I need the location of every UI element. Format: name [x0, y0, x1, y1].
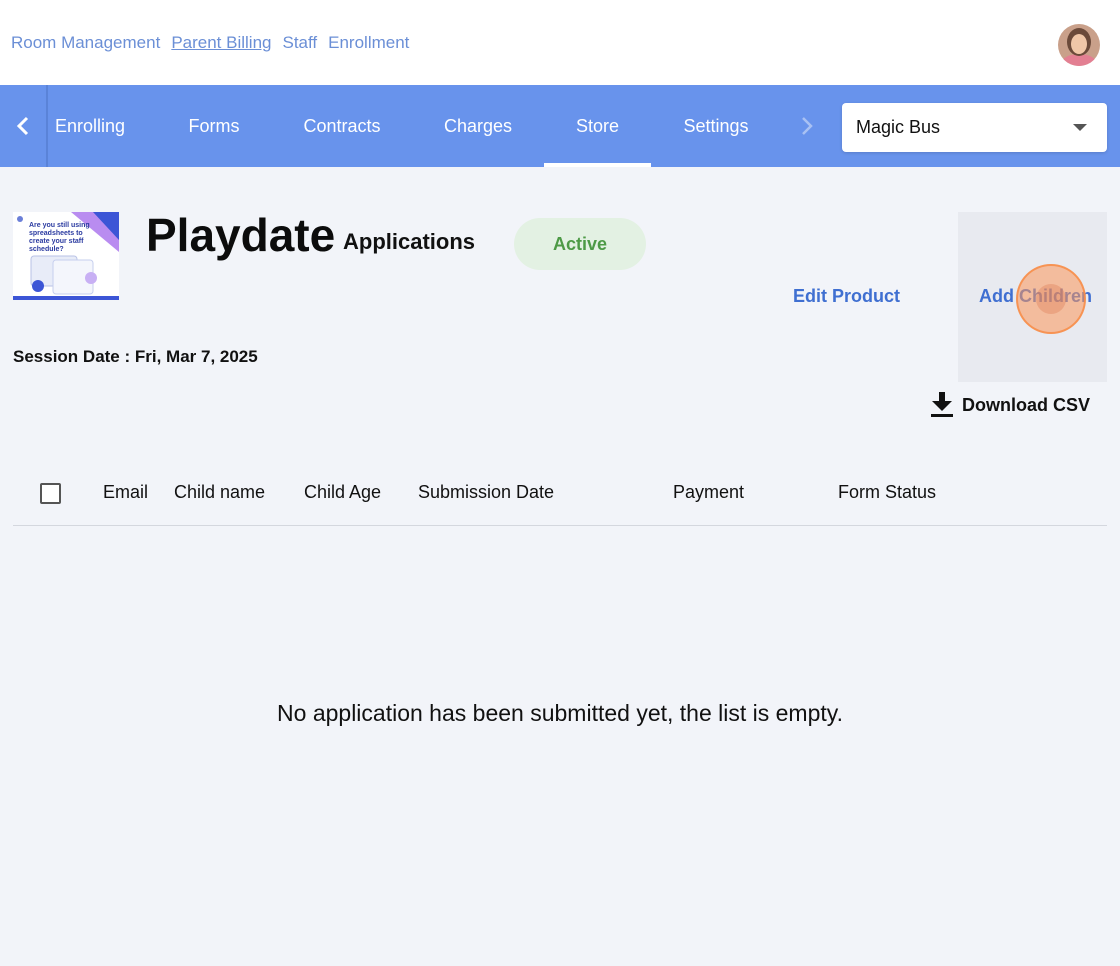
tab-enrolling[interactable]: Enrolling — [54, 85, 126, 167]
status-badge: Active — [514, 218, 646, 270]
empty-state-message: No application has been submitted yet, t… — [277, 700, 843, 726]
tab-settings[interactable]: Settings — [680, 85, 752, 167]
section-tab-bar: Enrolling Forms Contracts Charges Store … — [0, 85, 1120, 167]
chevron-left-icon — [16, 116, 29, 136]
product-subtitle: Applications — [343, 229, 476, 254]
tab-charges[interactable]: Charges — [440, 85, 516, 167]
column-header-form-status[interactable]: Form Status — [838, 482, 936, 503]
chevron-right-icon — [802, 117, 813, 135]
download-icon — [931, 392, 953, 417]
tab-forms[interactable]: Forms — [186, 85, 242, 167]
column-header-child-name[interactable]: Child name — [174, 482, 265, 503]
nav-link-staff[interactable]: Staff — [282, 33, 317, 53]
tabs-scroll-right-button[interactable] — [790, 85, 824, 167]
download-csv-label: Download CSV — [962, 394, 1091, 415]
column-header-email[interactable]: Email — [103, 482, 148, 503]
nav-link-parent-billing[interactable]: Parent Billing — [171, 33, 271, 53]
product-thumbnail: Are you still using spreadsheets to crea… — [13, 212, 119, 300]
top-nav: Room Management Parent Billing Staff Enr… — [11, 33, 409, 53]
edit-product-button[interactable]: Edit Product — [793, 286, 900, 307]
thumbnail-caption: Are you still using spreadsheets to crea… — [29, 222, 90, 253]
applications-table-header: Email Child name Child Age Submission Da… — [13, 460, 1107, 526]
nav-link-enrollment[interactable]: Enrollment — [328, 33, 409, 53]
organization-select-value: Magic Bus — [856, 117, 941, 137]
tab-contracts[interactable]: Contracts — [300, 85, 384, 167]
tabs-scroll-left-button[interactable] — [0, 85, 48, 167]
tab-store[interactable]: Store — [544, 85, 651, 167]
chevron-down-icon — [1073, 124, 1087, 131]
nav-link-room-management[interactable]: Room Management — [11, 33, 160, 53]
organization-select[interactable]: Magic Bus — [842, 103, 1107, 152]
product-title: Playdate — [146, 209, 336, 261]
top-header: Room Management Parent Billing Staff Enr… — [0, 0, 1120, 85]
avatar-image — [1058, 24, 1100, 66]
click-indicator-center — [1036, 284, 1066, 314]
user-avatar[interactable] — [1058, 24, 1100, 66]
download-csv-button[interactable]: Download CSV — [931, 392, 1090, 418]
column-header-submission-date[interactable]: Submission Date — [418, 482, 554, 503]
select-all-checkbox[interactable] — [40, 483, 61, 504]
column-header-payment[interactable]: Payment — [673, 482, 744, 503]
session-date: Session Date : Fri, Mar 7, 2025 — [13, 347, 258, 366]
column-header-child-age[interactable]: Child Age — [304, 482, 381, 503]
